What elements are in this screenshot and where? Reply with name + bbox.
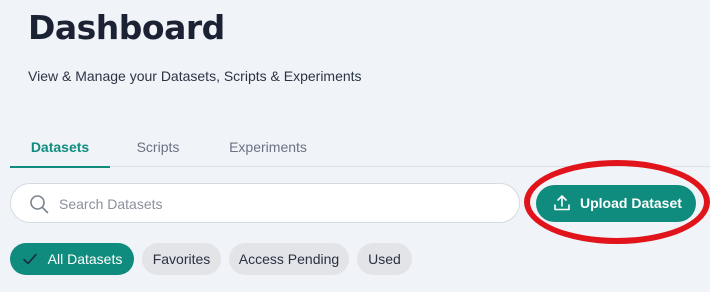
search-input[interactable] <box>59 192 499 216</box>
search-bar <box>10 183 520 223</box>
filter-chip-label: All Datasets <box>47 251 123 267</box>
upload-dataset-button[interactable]: Upload Dataset <box>536 185 696 222</box>
filter-chip-used[interactable]: Used <box>357 243 412 275</box>
page-subtitle: View & Manage your Datasets, Scripts & E… <box>28 68 362 84</box>
filter-chip-label: Favorites <box>152 251 211 267</box>
filter-chip-access-pending[interactable]: Access Pending <box>229 243 349 275</box>
upload-dataset-label: Upload Dataset <box>580 195 682 211</box>
search-icon <box>30 195 49 214</box>
tab-bar: Datasets Scripts Experiments <box>10 126 710 168</box>
filter-chip-label: Used <box>368 251 401 267</box>
filter-chip-favorites[interactable]: Favorites <box>142 243 221 275</box>
check-icon <box>23 253 37 265</box>
page-title: Dashboard <box>28 8 225 47</box>
tab-experiments[interactable]: Experiments <box>213 126 323 167</box>
tab-datasets[interactable]: Datasets <box>10 126 110 168</box>
tab-scripts[interactable]: Scripts <box>123 126 193 167</box>
filter-chip-label: Access Pending <box>238 251 340 267</box>
filter-chip-all-datasets[interactable]: All Datasets <box>10 243 134 275</box>
upload-icon <box>554 195 570 211</box>
